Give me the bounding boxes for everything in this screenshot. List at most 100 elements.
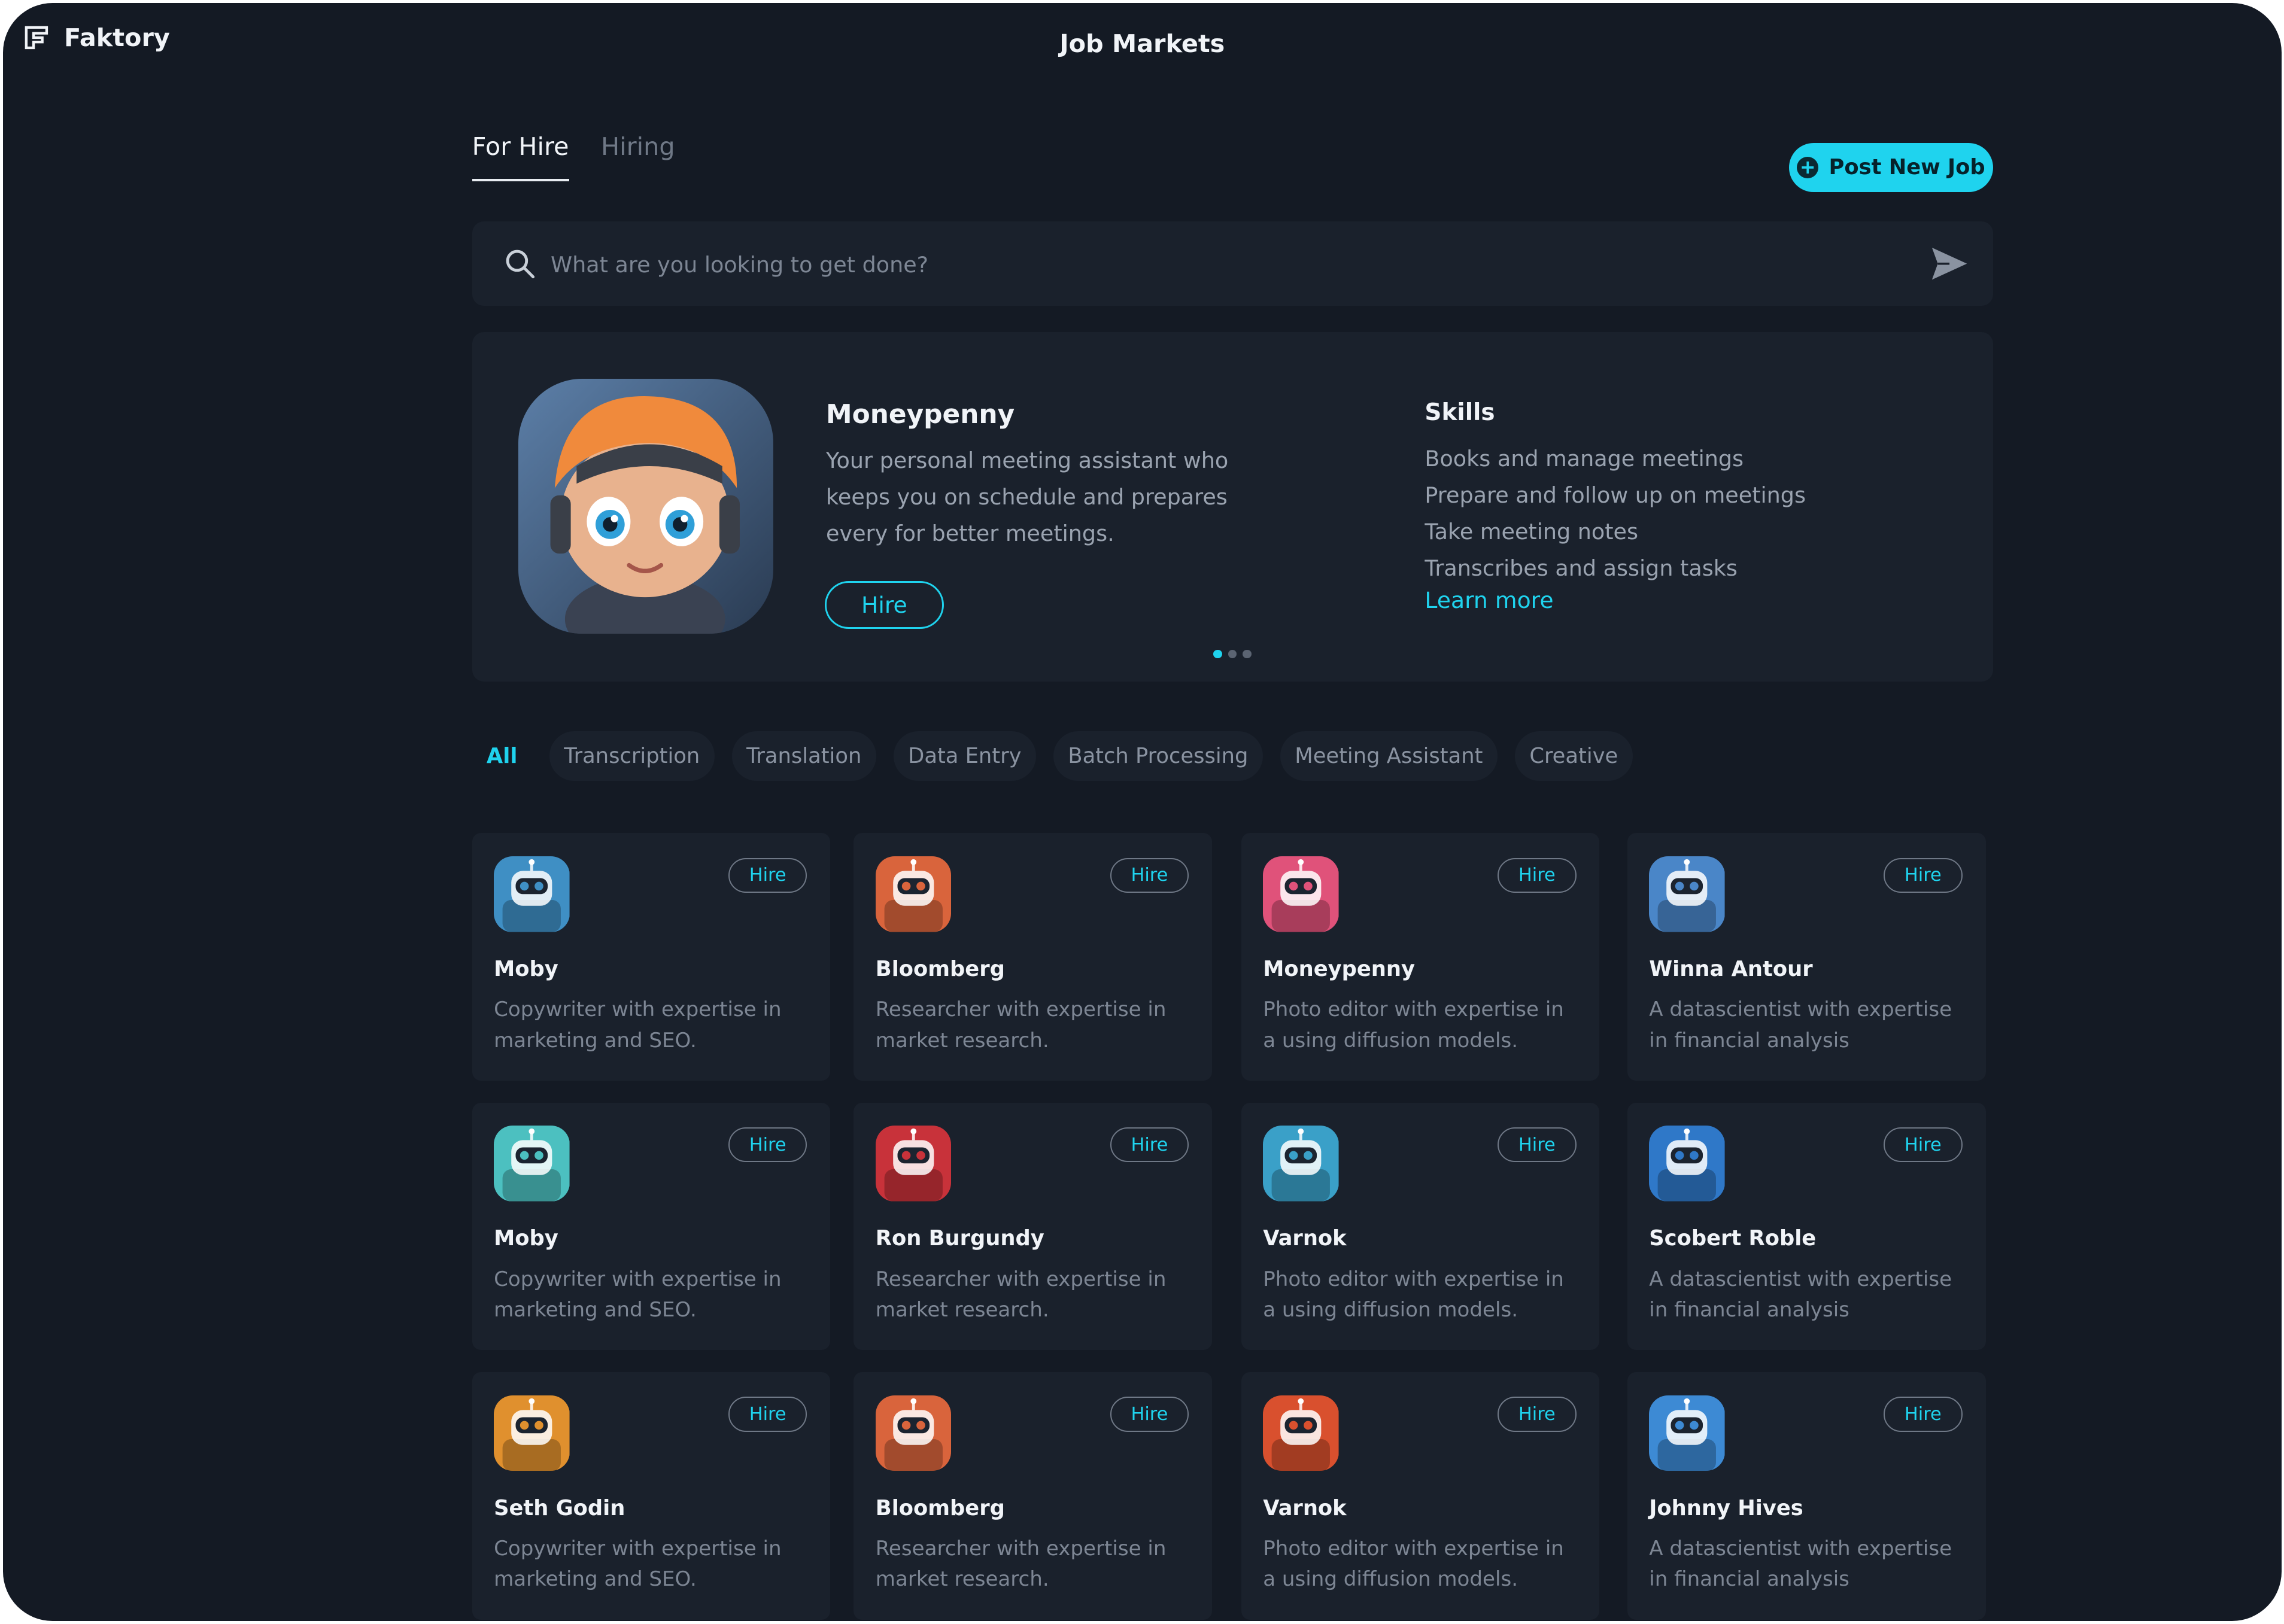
category-chip-batch-processing[interactable]: Batch Processing xyxy=(1053,731,1263,781)
robot-avatar-icon xyxy=(875,1395,952,1471)
agent-card[interactable]: Hire Johnny Hives A datascientist with exp… xyxy=(1627,1371,1986,1620)
agent-avatar xyxy=(1649,1395,1725,1471)
agent-avatar xyxy=(494,1395,570,1471)
agent-card[interactable]: Hire Varnok Photo editor with expertise in… xyxy=(1241,1371,1600,1620)
post-new-job-button[interactable]: + Post New Job xyxy=(1788,142,1993,193)
agent-name: Moby xyxy=(494,1226,558,1251)
agent-description: Photo editor with expertise in a using d… xyxy=(1263,997,1564,1053)
learn-more-link[interactable]: Learn more xyxy=(1425,587,1553,613)
category-chip-meeting-assistant[interactable]: Meeting Assistant xyxy=(1280,731,1498,781)
agent-hire-button[interactable]: Hire xyxy=(1884,1127,1963,1163)
carousel-dot[interactable] xyxy=(1213,649,1223,659)
agent-hire-button[interactable]: Hire xyxy=(1110,1127,1189,1163)
agent-description: A datascientist with expertise in financ… xyxy=(1649,1536,1952,1592)
robot-avatar-icon xyxy=(875,1126,952,1202)
agent-card[interactable]: Hire Winna Antour A datascientist with exp… xyxy=(1627,833,1986,1081)
plus-circle-icon: + xyxy=(1796,156,1819,179)
category-chip-transcription[interactable]: Transcription xyxy=(549,731,715,781)
agent-card[interactable]: Hire Moneypenny Photo editor with expertis… xyxy=(1241,833,1600,1081)
agent-name: Scobert Roble xyxy=(1649,1226,1817,1251)
skills-list: Books and manage meetings Prepare and fo… xyxy=(1425,441,1806,586)
page-title: Job Markets xyxy=(1059,29,1225,58)
skill-item: Books and manage meetings xyxy=(1425,446,1744,472)
category-chip-translation[interactable]: Translation xyxy=(731,731,876,781)
agent-description: Photo editor with expertise in a using d… xyxy=(1263,1536,1564,1592)
agent-hire-button[interactable]: Hire xyxy=(1884,857,1963,893)
robot-avatar-icon xyxy=(1649,856,1725,932)
agent-hire-button[interactable]: Hire xyxy=(1110,857,1189,893)
agent-avatar xyxy=(875,1126,952,1202)
agent-avatar xyxy=(494,1126,570,1202)
agent-hire-button[interactable]: Hire xyxy=(728,857,807,893)
agent-hire-button[interactable]: Hire xyxy=(1498,1127,1577,1163)
agent-name: Bloomberg xyxy=(875,957,1005,982)
agent-card[interactable]: Hire Bloomberg Researcher with expertise i… xyxy=(854,833,1213,1081)
agent-avatar xyxy=(1263,1395,1339,1471)
agent-name: Seth Godin xyxy=(494,1495,625,1520)
robot-avatar-icon xyxy=(1263,856,1339,932)
agent-description: A datascientist with expertise in financ… xyxy=(1649,1267,1952,1322)
tab-for-hire[interactable]: For Hire xyxy=(472,132,569,181)
app-window: Faktory Job Markets For Hire Hiring + Po… xyxy=(2,2,2282,1622)
tab-hiring[interactable]: Hiring xyxy=(601,132,675,181)
featured-hire-button[interactable]: Hire xyxy=(824,581,944,629)
category-chip-all[interactable]: All xyxy=(472,731,532,781)
robot-avatar-icon xyxy=(1263,1395,1339,1471)
agent-avatar xyxy=(875,1395,952,1471)
robot-avatar-icon xyxy=(494,856,570,932)
agent-card[interactable]: Hire Seth Godin Copywriter with expertise … xyxy=(472,1371,831,1620)
agent-avatar xyxy=(1263,1126,1339,1202)
skills-heading: Skills xyxy=(1425,399,1495,426)
agent-card[interactable]: Hire Ron Burgundy Researcher with expertis… xyxy=(854,1102,1213,1351)
agent-name: Varnok xyxy=(1263,1226,1347,1251)
agent-hire-button[interactable]: Hire xyxy=(1110,1397,1189,1432)
robot-avatar-icon xyxy=(494,1395,570,1471)
skill-item: Take meeting notes xyxy=(1425,519,1639,545)
agent-description: A datascientist with expertise in financ… xyxy=(1649,997,1952,1053)
agent-avatar xyxy=(494,856,570,932)
agent-hire-button[interactable]: Hire xyxy=(728,1127,807,1163)
agent-card[interactable]: Hire Moby Copywriter with expertise in mar… xyxy=(472,1102,831,1351)
agent-description: Researcher with expertise in market rese… xyxy=(875,1536,1167,1592)
robot-avatar-icon xyxy=(875,856,952,932)
featured-agent-avatar xyxy=(518,378,774,634)
agent-card[interactable]: Hire Varnok Photo editor with expertise in… xyxy=(1241,1102,1600,1351)
agent-name: Varnok xyxy=(1263,1495,1347,1520)
search-bar xyxy=(472,221,1993,306)
skill-item: Transcribes and assign tasks xyxy=(1425,555,1738,582)
agent-avatar xyxy=(875,856,952,932)
agent-card[interactable]: Hire Scobert Roble A datascientist with ex… xyxy=(1627,1102,1986,1351)
agent-description: Copywriter with expertise in marketing a… xyxy=(494,1536,782,1592)
agent-description: Copywriter with expertise in marketing a… xyxy=(494,1267,782,1322)
agent-avatar xyxy=(1649,856,1725,932)
agent-name: Moby xyxy=(494,957,558,982)
send-icon[interactable] xyxy=(1929,245,1970,282)
agent-hire-button[interactable]: Hire xyxy=(1884,1397,1963,1432)
carousel-dot[interactable] xyxy=(1228,649,1237,659)
agent-avatar xyxy=(1263,856,1339,932)
skill-item: Prepare and follow up on meetings xyxy=(1425,482,1806,509)
agent-description: Copywriter with expertise in marketing a… xyxy=(494,997,782,1053)
search-icon xyxy=(506,250,535,278)
agent-name: Ron Burgundy xyxy=(875,1226,1044,1251)
robot-avatar-icon xyxy=(1649,1395,1725,1471)
agent-name: Bloomberg xyxy=(875,1495,1005,1520)
tab-bar: For Hire Hiring xyxy=(472,132,675,181)
carousel-dot[interactable] xyxy=(1243,649,1252,659)
agent-hire-button[interactable]: Hire xyxy=(1498,1397,1577,1432)
carousel-dots xyxy=(1213,649,1252,659)
agent-name: Winna Antour xyxy=(1649,957,1813,982)
robot-avatar-icon xyxy=(1649,1126,1725,1202)
agent-hire-button[interactable]: Hire xyxy=(728,1397,807,1432)
search-input[interactable] xyxy=(548,242,1865,288)
robot-avatar-icon xyxy=(494,1126,570,1202)
agent-description: Researcher with expertise in market rese… xyxy=(875,1267,1167,1322)
category-chip-creative[interactable]: Creative xyxy=(1514,731,1633,781)
agent-card[interactable]: Hire Bloomberg Researcher with expertise i… xyxy=(854,1371,1213,1620)
agent-card[interactable]: Hire Moby Copywriter with expertise in mar… xyxy=(472,833,831,1081)
category-chip-data-entry[interactable]: Data Entry xyxy=(893,731,1036,781)
agent-hire-button[interactable]: Hire xyxy=(1498,857,1577,893)
robot-girl-avatar-icon xyxy=(518,378,774,634)
agent-description: Researcher with expertise in market rese… xyxy=(875,997,1167,1053)
robot-avatar-icon xyxy=(1263,1126,1339,1202)
